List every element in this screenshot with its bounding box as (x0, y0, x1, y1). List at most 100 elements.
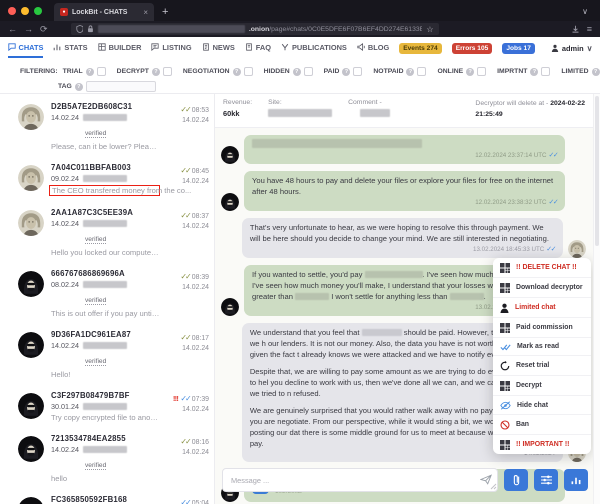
tab-overflow-icon[interactable]: ∨ (582, 7, 588, 16)
chat-list-item[interactable]: C3F297B08479B7BF 30.01.24 Try copy encry… (18, 385, 214, 428)
menu-ban[interactable]: Ban (493, 415, 591, 435)
filter-decrypt: DECRYPT? (117, 67, 172, 76)
chat-id: D2B5A7E2DB608C31 (51, 102, 160, 111)
tag-input[interactable] (86, 81, 156, 92)
chat-meta: !!!✓✓07:39 14.02.24 (167, 391, 209, 422)
maximize-window-button[interactable] (34, 7, 42, 15)
menu-important[interactable]: !! IMPORTANT !! (493, 435, 591, 454)
forward-button[interactable]: → (24, 25, 33, 34)
chat-id: 2AA1A87C3C5EE39A (51, 208, 160, 217)
qr-icon (500, 263, 510, 273)
save-page-icon[interactable] (571, 25, 580, 34)
menu-delete-chat[interactable]: !! DELETE CHAT !! (493, 258, 591, 278)
qr-icon (500, 323, 510, 333)
resize-handle-icon[interactable] (490, 483, 497, 490)
menu-mark-as-read[interactable]: Mark as read (493, 338, 591, 356)
chat-meta: ✓✓08:37 14.02.24 (167, 208, 209, 257)
menu-limited-chat[interactable]: Limited chat (493, 298, 591, 318)
read-receipt-icon: ✓✓ (180, 166, 189, 175)
nav-publications[interactable]: PUBLICATIONS (281, 39, 347, 58)
nav-blog[interactable]: BLOG (357, 39, 389, 58)
menu-reset-trial[interactable]: Reset trial (493, 356, 591, 376)
events-badge[interactable]: Events 274 (399, 43, 441, 54)
chat-date: 14.02.24 (51, 445, 79, 454)
bar-chart-icon (571, 475, 581, 485)
chat-list-item[interactable]: 7213534784EA2855 14.02.24 verified hello… (18, 428, 214, 489)
chat-id: 9D36FA1DC961EA87 (51, 330, 160, 339)
filter-notpaid-checkbox[interactable] (417, 67, 426, 76)
menu-hide-chat[interactable]: Hide chat (493, 396, 591, 415)
chat-list-item[interactable]: D2B5A7E2DB608C31 14.02.24 verified Pleas… (18, 96, 214, 157)
browser-tab[interactable]: ● LockBit - CHATS × (54, 3, 154, 21)
chat-meta: ✓✓08:17 14.02.24 (167, 330, 209, 379)
chat-stats-button[interactable] (564, 469, 588, 491)
tag-label: TAG (58, 83, 72, 90)
filter-imprtnt-checkbox[interactable] (541, 67, 550, 76)
errors-badge[interactable]: Errors 105 (452, 43, 493, 54)
scrollbar-thumb[interactable] (595, 96, 599, 246)
filter-decrypt-checkbox[interactable] (163, 67, 172, 76)
read-receipt-icon: ✓✓ (180, 498, 189, 504)
menu-download-decryptor[interactable]: Download decryptor (493, 278, 591, 298)
help-icon[interactable]: ? (86, 68, 94, 76)
verified-badge: verified (85, 297, 106, 305)
filter-paid: PAID? (324, 67, 363, 76)
message-input[interactable] (222, 468, 498, 492)
user-icon (551, 44, 559, 52)
nav-stats[interactable]: STATS (53, 39, 87, 58)
bookmark-star-icon[interactable]: ☆ (426, 25, 433, 34)
chat-settings-button[interactable] (534, 469, 558, 491)
qr-icon (500, 381, 510, 391)
filter-trial-checkbox[interactable] (97, 67, 106, 76)
help-icon[interactable]: ? (342, 68, 350, 76)
help-icon[interactable]: ? (75, 83, 83, 91)
close-window-button[interactable] (8, 7, 16, 15)
revenue-value: 60kk (223, 109, 252, 118)
filter-online-checkbox[interactable] (477, 67, 486, 76)
revenue-label: Revenue: (223, 99, 252, 106)
nav-faq[interactable]: FAQ (245, 39, 271, 58)
chat-list-item[interactable]: 7A04C011BBFAB003 09.02.24 The CEO transf… (18, 157, 214, 202)
filter-negotiation-checkbox[interactable] (244, 67, 253, 76)
help-icon[interactable]: ? (406, 68, 414, 76)
user-menu[interactable]: admin ∨ (551, 44, 593, 53)
menu-decrypt[interactable]: Decrypt (493, 376, 591, 396)
nav-news[interactable]: NEWS (202, 39, 235, 58)
shield-icon[interactable] (76, 25, 84, 33)
help-icon[interactable]: ? (466, 68, 474, 76)
comment-label: Comment - (348, 99, 390, 106)
close-tab-icon[interactable]: × (143, 8, 148, 17)
read-receipt-icon: ✓✓ (180, 105, 189, 114)
qr-icon (500, 440, 510, 450)
chat-list-item[interactable]: 2AA1A87C3C5EE39A 14.02.24 verified Hello… (18, 202, 214, 263)
reload-button[interactable]: ⟳ (40, 25, 48, 34)
new-tab-button[interactable]: + (162, 6, 168, 18)
nav-listing[interactable]: LISTING (151, 39, 191, 58)
chat-list-item[interactable]: 666767686869696A 08.02.24 verified This … (18, 263, 214, 324)
message-text: That's very unfortunate to hear, as we w… (250, 223, 549, 243)
help-icon[interactable]: ? (233, 68, 241, 76)
faq-icon (245, 43, 253, 51)
message-bubble: You have 48 hours to pay and delete your… (244, 171, 565, 211)
menu-paid-commission[interactable]: Paid commission (493, 318, 591, 338)
hamburger-menu-icon[interactable]: ≡ (587, 25, 592, 34)
chat-id: 7213534784EA2855 (51, 434, 160, 443)
verified-badge: verified (85, 236, 106, 244)
nav-chats[interactable]: CHATS (8, 39, 44, 58)
attach-file-button[interactable] (504, 469, 528, 491)
help-icon[interactable]: ? (293, 68, 301, 76)
minimize-window-button[interactable] (21, 7, 29, 15)
address-bar[interactable]: .onion/page#chats/0C0E5DFE6F07B6EF4DD274… (71, 23, 439, 35)
help-icon[interactable]: ? (152, 68, 160, 76)
jobs-badge[interactable]: Jobs 17 (502, 43, 535, 54)
filter-paid-checkbox[interactable] (353, 67, 362, 76)
back-button[interactable]: ← (8, 25, 17, 34)
nav-builder[interactable]: BUILDER (98, 39, 142, 58)
help-icon[interactable]: ? (530, 68, 538, 76)
scrollbar[interactable] (593, 94, 600, 504)
lock-icon[interactable] (87, 25, 94, 33)
filter-hidden-checkbox[interactable] (304, 67, 313, 76)
chat-list-item[interactable]: FC365850592FB168 14.02.24 verified we ca… (18, 489, 214, 504)
help-icon[interactable]: ? (592, 68, 600, 76)
chat-list-item[interactable]: 9D36FA1DC961EA87 14.02.24 verified Hello… (18, 324, 214, 385)
